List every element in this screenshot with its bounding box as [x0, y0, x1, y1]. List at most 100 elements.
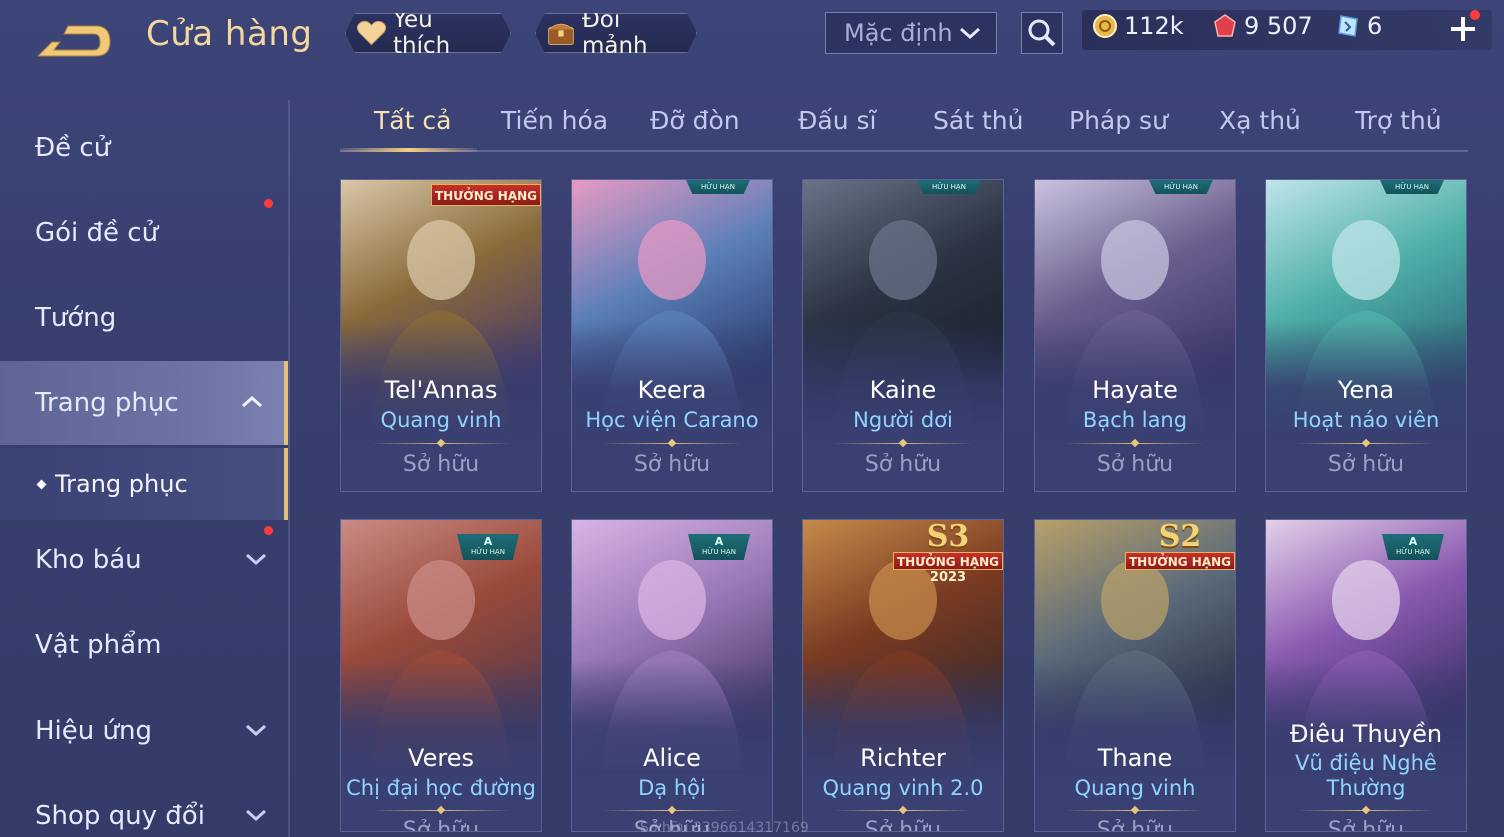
owned-status: Sở hữu — [402, 452, 480, 477]
heart-icon — [356, 19, 387, 47]
sidebar-item-effects[interactable]: Hiệu ứng — [0, 689, 288, 773]
sidebar-item-items[interactable]: Vật phẩm — [0, 603, 288, 687]
sidebar-item-skins[interactable]: Trang phục — [0, 361, 288, 445]
skin-name: Quang vinh 2.0 — [822, 776, 984, 800]
skin-card[interactable]: HỮU HẠN Keera Học viện Carano Sở hữu — [571, 179, 773, 492]
role-tabs: Tất cả Tiến hóa Đỡ đòn Đấu sĩ Sát thủ Ph… — [340, 100, 1468, 152]
skin-card[interactable]: THƯỞNG HẠNG Tel'Annas Quang vinh Sở hữu — [340, 179, 542, 492]
chevron-down-icon — [246, 809, 266, 822]
character-head-shape — [638, 220, 706, 300]
limited-label: HỮU HẠN — [1396, 548, 1430, 556]
tab-marksman[interactable]: Xạ thủ — [1219, 106, 1301, 135]
search-button[interactable] — [1021, 12, 1063, 54]
back-arrow-icon — [36, 25, 111, 57]
gold-coin-icon — [1093, 14, 1117, 38]
skin-name: Quang vinh — [380, 408, 502, 432]
chevron-up-icon — [242, 395, 262, 408]
season-label: S2 — [1158, 519, 1202, 554]
sidebar-item-recommended[interactable]: Đề cử — [0, 106, 288, 190]
voucher-balance: 6 — [1335, 12, 1382, 40]
limited-a-badge: A HỮU HẠN — [457, 534, 519, 560]
skin-name: Học viện Carano — [585, 408, 759, 432]
owned-status: Sở hữu — [1096, 452, 1174, 477]
hero-name: Yena — [1337, 376, 1395, 404]
character-head-shape — [1332, 560, 1400, 640]
skin-card[interactable]: HỮU HẠN Yena Hoạt náo viên Sở hữu — [1265, 179, 1467, 492]
limited-badge: HỮU HẠN — [1149, 180, 1213, 194]
skin-card[interactable]: HỮU HẠN Kaine Người dơi Sở hữu — [802, 179, 1004, 492]
sidebar-subitem-label: Trang phục — [55, 470, 188, 498]
chevron-down-icon — [246, 553, 266, 566]
season-label: S3 — [926, 519, 970, 554]
active-tab-indicator — [340, 148, 477, 152]
sidebar-subitem-skins[interactable]: Trang phục — [0, 448, 288, 520]
favorites-button[interactable]: Yêu thích — [345, 13, 511, 53]
sidebar-item-heroes[interactable]: Tướng — [0, 276, 288, 360]
limited-label: HỮU HẠN — [471, 548, 505, 556]
hero-name: Keera — [637, 376, 707, 404]
sidebar-item-exchange-shop[interactable]: Shop quy đổi — [0, 774, 288, 837]
tab-assassin[interactable]: Sát thủ — [933, 106, 1023, 135]
sidebar: Đề cử Gói đề cử Tướng Trang phục Trang p… — [0, 100, 290, 837]
watermark-text: Sở hữu 3396614317169 — [640, 820, 809, 836]
ruby-balance: 9 507 — [1212, 12, 1313, 40]
sort-dropdown[interactable]: Mặc định — [825, 12, 997, 54]
season-ranked-badge: S3 THƯỞNG HẠNG 2023 — [893, 522, 1003, 586]
tab-tank[interactable]: Đỡ đòn — [650, 106, 740, 135]
skin-card[interactable]: S3 THƯỞNG HẠNG 2023 Richter Quang vinh 2… — [802, 519, 1004, 832]
ranked-label: THƯỞNG HẠNG — [1125, 552, 1235, 570]
sidebar-item-label: Đề cử — [35, 133, 111, 163]
season-year: 2023 — [929, 570, 967, 585]
skin-name: Hoạt náo viên — [1292, 408, 1440, 432]
limited-a-badge: A HỮU HẠN — [1382, 534, 1444, 560]
tab-all[interactable]: Tất cả — [374, 106, 451, 135]
skin-name: Quang vinh — [1074, 776, 1196, 800]
tab-support[interactable]: Trợ thủ — [1355, 106, 1442, 135]
character-head-shape — [1101, 220, 1169, 300]
owned-status: Sở hữu — [864, 452, 942, 477]
skin-name: Vũ điệu Nghê Thường — [1295, 751, 1437, 800]
skin-card[interactable]: A HỮU HẠN Alice Dạ hội Sở hữu — [571, 519, 773, 832]
owned-status: Sở hữu — [402, 818, 480, 832]
chevron-down-icon — [246, 724, 266, 737]
character-head-shape — [638, 560, 706, 640]
skin-card[interactable]: HỮU HẠN Hayate Bạch lang Sở hữu — [1034, 179, 1236, 492]
limited-badge: HỮU HẠN — [1380, 180, 1444, 194]
character-head-shape — [407, 220, 475, 300]
notification-dot — [264, 199, 273, 208]
skin-card[interactable]: A HỮU HẠN Điêu Thuyền Vũ điệu Nghê Thường… — [1265, 519, 1467, 832]
skin-card[interactable]: S2 THƯỞNG HẠNG Thane Quang vinh Sở hữu — [1034, 519, 1236, 832]
skin-card[interactable]: A HỮU HẠN Veres Chị đại học đường Sở hữu — [340, 519, 542, 832]
sidebar-item-label: Gói đề cử — [35, 218, 159, 248]
top-bar: Cửa hàng Yêu thích Đổi mảnh Mặc định 112… — [0, 0, 1504, 80]
sidebar-divider — [288, 100, 290, 837]
sidebar-item-recommended-packs[interactable]: Gói đề cử — [0, 191, 288, 275]
limited-a-badge: A HỮU HẠN — [688, 534, 750, 560]
ruby-amount: 9 507 — [1244, 12, 1313, 40]
tab-mage[interactable]: Pháp sư — [1069, 106, 1168, 135]
tab-evolution[interactable]: Tiến hóa — [501, 106, 608, 135]
sidebar-item-label: Vật phẩm — [35, 630, 162, 660]
skin-name: Dạ hội — [638, 776, 706, 800]
gold-balance: 112k — [1092, 12, 1184, 40]
sidebar-item-treasure[interactable]: Kho báu — [0, 518, 288, 602]
tier-a-label: A — [483, 535, 493, 548]
owned-status: Sở hữu — [1327, 452, 1405, 477]
tab-fighter[interactable]: Đấu sĩ — [798, 106, 876, 135]
limited-badge: HỮU HẠN — [917, 180, 981, 194]
sidebar-item-label: Hiệu ứng — [35, 716, 152, 746]
character-head-shape — [407, 560, 475, 640]
tier-a-label: A — [1408, 535, 1418, 548]
owned-status: Sở hữu — [1327, 818, 1405, 832]
limited-badge: HỮU HẠN — [686, 180, 750, 194]
hero-name: Alice — [643, 744, 701, 772]
search-icon — [1028, 19, 1056, 47]
hero-name: Veres — [408, 744, 474, 772]
chevron-down-icon — [960, 27, 980, 40]
exchange-shards-button[interactable]: Đổi mảnh — [535, 13, 697, 53]
hero-name: Thane — [1097, 744, 1173, 772]
page-title: Cửa hàng — [146, 14, 313, 54]
back-button[interactable] — [34, 20, 114, 60]
hero-name: Kaine — [869, 376, 937, 404]
sort-value: Mặc định — [844, 19, 953, 47]
